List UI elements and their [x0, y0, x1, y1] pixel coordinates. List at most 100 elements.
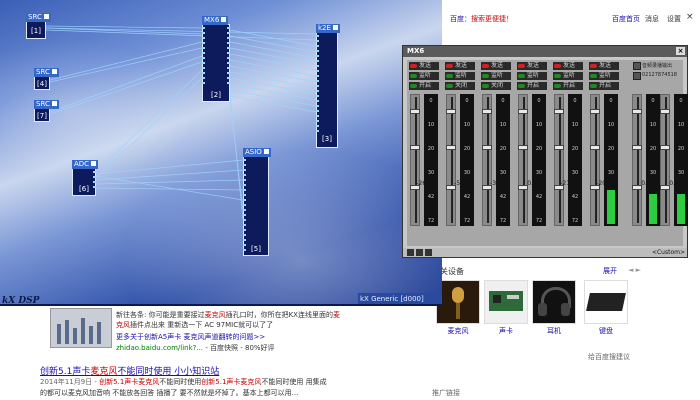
fader-knob[interactable] [632, 145, 642, 150]
fader-track [451, 97, 453, 223]
fader-knob[interactable] [660, 145, 670, 150]
fader-knob[interactable] [482, 145, 492, 150]
reset-icon[interactable] [407, 249, 414, 256]
result-title-link[interactable]: 创新5.1声卡麦克风不能同时使用 小小知识站 [40, 364, 219, 377]
dsp-block-adc[interactable]: ADC [6] [72, 160, 99, 196]
result-thumbnail[interactable] [50, 308, 112, 348]
output-pins [227, 27, 230, 99]
mx6-mixer-window[interactable]: MX6 × 音频录播输出 02127874518 发送 监听 开启 0 10 20 30 42… [402, 45, 688, 258]
volume-fader[interactable] [482, 94, 492, 226]
fader-knob[interactable] [410, 145, 420, 150]
led-icon [554, 64, 561, 68]
channel-toggle-switch[interactable]: 开启 [553, 82, 583, 90]
settings-icon[interactable] [416, 249, 423, 256]
channel-toggle-switch[interactable]: 监听 [517, 72, 547, 80]
led-icon [482, 74, 489, 78]
channel-toggle-switch[interactable]: 发送 [481, 62, 511, 70]
nav-baidu-home[interactable]: 百度首页 [612, 14, 640, 24]
volume-fader[interactable] [554, 94, 564, 226]
fader-track [487, 97, 489, 223]
fader-knob[interactable] [632, 109, 642, 114]
more-results-link[interactable]: 更多关于创新A5声卡 麦克风声道翻转的问题>> [116, 332, 265, 342]
dsp-block-src-4[interactable]: SRC [4] [34, 68, 59, 90]
meter-scale-label: 10 [677, 122, 685, 128]
related-devices-title: 关设备 [440, 267, 464, 276]
expand-link[interactable]: 展开 [603, 266, 617, 276]
switch-label: 监听 [599, 72, 612, 79]
channel-toggle-switch[interactable]: 关闭 [481, 82, 511, 90]
top-promo-link[interactable]: 百度：搜索更便捷！ [450, 14, 513, 24]
dsp-block-src-7[interactable]: SRC [7] [34, 100, 59, 122]
fader-knob[interactable] [446, 109, 456, 114]
headphones-icon [532, 280, 576, 324]
fader-knob[interactable] [590, 109, 600, 114]
channel-toggle-switch[interactable]: 发送 [517, 62, 547, 70]
feedback-link[interactable]: 给百度搜建议 [588, 352, 630, 362]
meter-level-bar [607, 190, 615, 224]
meter-scale-label: 20 [427, 146, 435, 152]
channel-toggle-switch[interactable]: 监听 [445, 72, 475, 80]
nav-messages[interactable]: 消息 [645, 14, 659, 24]
device-headphones[interactable]: 耳机 [532, 280, 576, 336]
channel-toggle-switch[interactable]: 监听 [409, 72, 439, 80]
meter-scale-label: 0 [429, 98, 433, 104]
fader-knob[interactable] [554, 145, 564, 150]
device-keyboard[interactable]: 键盘 [584, 280, 628, 336]
switch-label: 开启 [419, 82, 432, 89]
channel-toggle-switch[interactable]: 发送 [589, 62, 619, 70]
channel-toggle-switch[interactable]: 发送 [553, 62, 583, 70]
nav-settings[interactable]: 设置 [667, 14, 681, 24]
channel-toggle-switch[interactable]: 监听 [553, 72, 583, 80]
preset-selector[interactable]: <Custom> [652, 248, 685, 257]
close-icon[interactable]: × [676, 47, 685, 55]
channel-toggle-switch[interactable]: 开启 [517, 82, 547, 90]
fader-knob[interactable] [410, 109, 420, 114]
mixer-body: 音频录播输出 02127874518 发送 监听 开启 0 10 20 30 42 72 -26.… [407, 60, 688, 257]
device-microphone[interactable]: 麦克风 [436, 280, 480, 336]
volume-fader[interactable] [518, 94, 528, 226]
meter-scale-label: 30 [535, 170, 543, 176]
volume-fader[interactable] [446, 94, 456, 226]
led-icon [518, 64, 525, 68]
fader-knob[interactable] [518, 109, 528, 114]
dsp-block-src-1[interactable]: SRC [1] [26, 13, 51, 39]
close-icon[interactable]: × [686, 12, 694, 22]
volume-fader[interactable] [660, 94, 670, 226]
channel-toggle-switch[interactable]: 监听 [481, 72, 511, 80]
result-snippet-line: 克风插件点出来 重新选一下 AC 97MIC就可以了了 [116, 321, 274, 329]
dsp-block-k2e[interactable]: k2E [3] [316, 24, 340, 148]
fader-knob[interactable] [660, 109, 670, 114]
fader-knob[interactable] [482, 109, 492, 114]
dsp-block-asio[interactable]: ASIO [5] [243, 148, 271, 256]
led-icon [410, 74, 417, 78]
volume-fader[interactable] [632, 94, 642, 226]
channel-toggle-switch[interactable]: 监听 [589, 72, 619, 80]
volume-fader[interactable] [410, 94, 420, 226]
fader-knob[interactable] [446, 145, 456, 150]
channel-toggle-switch[interactable]: 发送 [445, 62, 475, 70]
channel-toggle-switch[interactable]: 发送 [409, 62, 439, 70]
kx-dsp-window[interactable]: SRC [1] SRC [4] SRC [7] MX6 [2] k2E [3] … [0, 0, 442, 306]
switch-label: 发送 [419, 62, 432, 69]
dsp-block-mx6[interactable]: MX6 [2] [202, 16, 230, 102]
menu-icon[interactable] [425, 249, 432, 256]
led-icon [590, 64, 597, 68]
meter-scale-label: 0 [609, 98, 613, 104]
led-icon [518, 74, 525, 78]
fader-track [559, 97, 561, 223]
fader-knob[interactable] [590, 145, 600, 150]
channel-toggle-switch[interactable]: 关闭 [445, 82, 475, 90]
channel-toggle-switch[interactable]: 开启 [409, 82, 439, 90]
fader-knob[interactable] [554, 109, 564, 114]
channel-toggle-switch[interactable]: 开启 [589, 82, 619, 90]
result-snippet-line: 新往各条: 你可能是重要接过麦克风插孔口时，你所在把KX连线里面的麦 [116, 311, 340, 319]
fader-knob[interactable] [518, 145, 528, 150]
block-index: [2] [211, 91, 221, 99]
led-icon [446, 64, 453, 68]
volume-fader[interactable] [590, 94, 600, 226]
mx6-title-bar[interactable]: MX6 × [403, 46, 687, 57]
level-meter: 0 10 20 30 42 72 [460, 94, 474, 226]
carousel-arrows[interactable]: ◄ ► [628, 266, 641, 274]
device-sound-card[interactable]: 声卡 [484, 280, 528, 336]
ad-link[interactable]: 推广链接 [432, 388, 460, 398]
